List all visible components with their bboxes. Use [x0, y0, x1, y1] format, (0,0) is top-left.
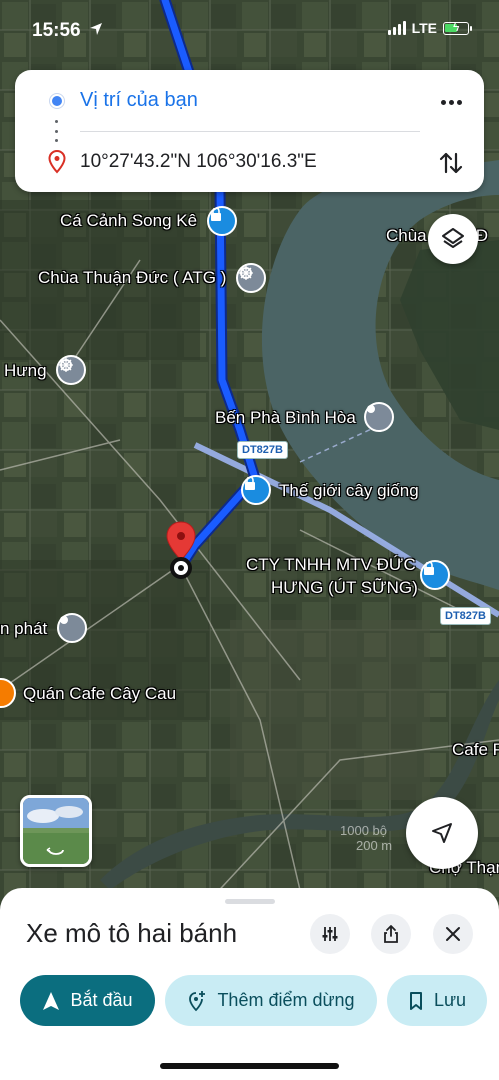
destination-pin-icon: [48, 150, 66, 174]
swap-vertical-icon[interactable]: [434, 146, 468, 180]
travel-mode-title: Xe mô tô hai bánh: [26, 918, 238, 948]
map-label-cty-line1[interactable]: CTY TNHH MTV ĐỨC: [246, 555, 416, 575]
road-shield-dt827b: DT827B: [237, 441, 288, 459]
divider: [80, 131, 420, 132]
layers-icon: [442, 228, 464, 248]
drag-handle[interactable]: [225, 899, 275, 904]
status-time: 15:56: [32, 20, 81, 41]
shop-icon[interactable]: [241, 475, 271, 505]
map-label-an-phat[interactable]: n phát: [0, 619, 47, 639]
temple-icon[interactable]: [236, 263, 266, 293]
map-label-chua-thuan-duc[interactable]: Chùa Thuận Đức ( ATG ): [38, 268, 226, 288]
map-label-cafe-right[interactable]: Cafe P: [452, 740, 499, 760]
road-shield-dt827b: DT827B: [440, 607, 491, 625]
add-location-icon: [189, 990, 206, 1011]
map-label-ca-canh[interactable]: Cá Cảnh Song Kê: [60, 211, 197, 231]
bottom-sheet: Xe mô tô hai bánh Bắt đầu Thêm điểm dừng: [0, 888, 499, 1080]
map-label-the-gioi-cay-giong[interactable]: Thế giới cây giống: [279, 481, 419, 501]
status-indicators: LTE ϟ: [387, 20, 472, 36]
route-dots-icon: [55, 120, 59, 142]
origin-field[interactable]: Vị trí của bạn: [80, 89, 198, 112]
ferry-icon[interactable]: [364, 402, 394, 432]
home-indicator: [160, 1063, 339, 1069]
tune-icon: [322, 927, 338, 941]
shop-icon[interactable]: [420, 560, 450, 590]
navigation-icon: [43, 991, 60, 1010]
location-arrow-icon: [90, 23, 102, 35]
shop-icon[interactable]: [207, 206, 237, 236]
save-label: Lưu: [433, 990, 467, 1010]
temple-icon[interactable]: [56, 355, 86, 385]
cellular-signal-icon: [387, 21, 406, 35]
share-button[interactable]: [371, 914, 411, 954]
route-options-button[interactable]: [310, 914, 350, 954]
street-view-thumbnail[interactable]: [20, 795, 92, 867]
destination-field[interactable]: 10°27'43.2"N 106°30'16.3"E: [80, 151, 317, 173]
battery-icon: ϟ: [443, 20, 472, 35]
more-horizontal-icon[interactable]: [436, 90, 466, 114]
map-scale: 1000 bộ 200 m: [340, 823, 393, 853]
navigation-arrow-icon: [432, 823, 452, 843]
add-stop-button[interactable]: Thêm điểm dừng: [165, 975, 377, 1026]
close-icon: [446, 927, 460, 941]
share-icon: [384, 925, 398, 943]
map-label-ben-pha[interactable]: Bến Phà Bình Hòa: [215, 408, 356, 428]
destination-pin-icon: [166, 521, 196, 579]
street-view-image: [23, 798, 89, 864]
origin-dot-icon: [50, 94, 64, 108]
add-stop-label: Thêm điểm dừng: [217, 990, 355, 1010]
my-location-button[interactable]: [406, 797, 478, 869]
map-label-hung[interactable]: Hưng: [4, 361, 47, 381]
start-button[interactable]: Bắt đầu: [20, 975, 155, 1026]
map-label-quan-cafe[interactable]: Quán Cafe Cây Cau: [23, 684, 176, 704]
place-icon[interactable]: [57, 613, 87, 643]
layers-button[interactable]: [428, 214, 478, 264]
network-type: LTE: [411, 20, 437, 36]
map-label-cty-line2[interactable]: HƯNG (ÚT SỮNG): [271, 578, 418, 598]
directions-card: Vị trí của bạn 10°27'43.2"N 106°30'16.3"…: [15, 70, 484, 192]
close-button[interactable]: [433, 914, 473, 954]
status-bar: 15:56 LTE ϟ: [0, 0, 499, 60]
bookmark-icon: [409, 991, 422, 1010]
start-button-label: Bắt đầu: [70, 990, 133, 1010]
save-button[interactable]: Lưu: [387, 975, 487, 1026]
